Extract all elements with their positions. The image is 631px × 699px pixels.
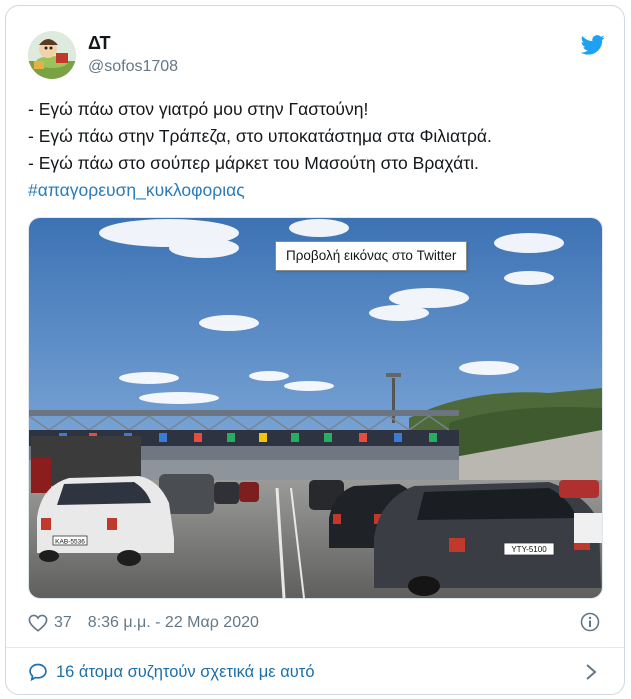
photo-toll-station-traffic: ΚΑΒ-5536 ΥΤΥ-5100 — [29, 218, 602, 598]
discussion-link[interactable]: 16 άτομα συζητούν σχετικά με αυτό — [28, 662, 315, 682]
tweet-timestamp[interactable]: 8:36 μ.μ. - 22 Μαρ 2020 — [88, 614, 259, 632]
tweet-line: - Εγώ πάω στην Τράπεζα, στο υποκατάστημα… — [28, 126, 492, 146]
avatar[interactable] — [28, 31, 76, 79]
license-plate-left: ΚΑΒ-5536 — [55, 539, 85, 546]
like-count[interactable]: 37 — [54, 614, 72, 632]
tweet-line: - Εγώ πάω στον γιατρό μου στην Γαστούνη! — [28, 99, 369, 119]
embedded-tweet-card: ΔΤ @sofos1708 - Εγώ πάω στον γιατρό μου … — [5, 5, 625, 695]
info-icon[interactable] — [580, 612, 600, 632]
card-divider — [6, 647, 624, 648]
tweet-text: - Εγώ πάω στον γιατρό μου στην Γαστούνη!… — [28, 96, 608, 204]
speech-bubble-icon — [29, 663, 47, 682]
chevron-right-icon[interactable] — [584, 662, 598, 682]
tweet-photo[interactable]: ΚΑΒ-5536 ΥΤΥ-5100 — [28, 217, 603, 599]
view-image-tooltip: Προβολή εικόνας στο Twitter — [275, 241, 468, 271]
author-handle[interactable]: @sofos1708 — [88, 58, 178, 76]
heart-icon[interactable] — [28, 614, 48, 632]
license-plate-right: ΥΤΥ-5100 — [511, 545, 547, 554]
tweet-line: - Εγώ πάω στο σούπερ μάρκετ του Μασούτη … — [28, 153, 479, 173]
discussion-label: 16 άτομα συζητούν σχετικά με αυτό — [56, 662, 315, 681]
twitter-bird-icon[interactable] — [581, 34, 605, 56]
author-display-name[interactable]: ΔΤ — [88, 33, 110, 54]
avatar-image — [28, 31, 76, 79]
tweet-metadata: 37 8:36 μ.μ. - 22 Μαρ 2020 — [28, 612, 259, 634]
hashtag-link[interactable]: #απαγορευση_κυκλοφοριας — [28, 177, 608, 204]
